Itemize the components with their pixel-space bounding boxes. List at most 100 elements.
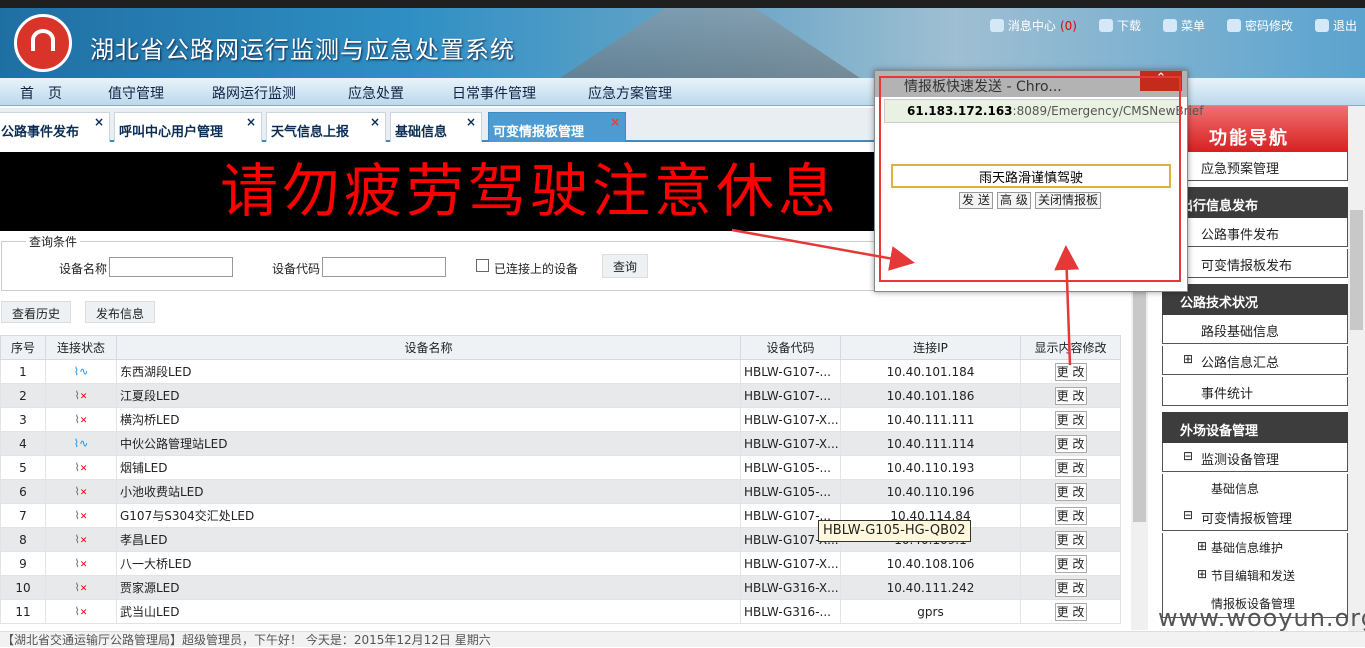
device-name-input[interactable] <box>109 257 233 277</box>
table-header-row: 序号 连接状态 设备名称 设备代码 连接IP 显示内容修改 <box>0 335 1121 360</box>
update-button[interactable]: 更 改 <box>1054 434 1087 453</box>
sidebar-scrollbar-thumb[interactable] <box>1350 210 1363 330</box>
table-row[interactable]: 3 ⌇✕ 横沟桥LED HBLW-G107-X... 10.40.111.111 更 改 <box>0 407 1121 432</box>
close-icon[interactable]: × <box>466 115 476 129</box>
update-button[interactable]: 更 改 <box>1054 410 1087 429</box>
menu-icon <box>1162 19 1177 32</box>
sidebar-scrollbar[interactable] <box>1348 106 1365 631</box>
device-name: 八一大桥LED <box>116 551 741 576</box>
device-code: HBLW-G105-... <box>740 455 841 480</box>
close-icon[interactable]: × <box>94 115 104 129</box>
sidebar-item[interactable]: 基础信息 <box>1162 474 1348 503</box>
table-row[interactable]: 2 ⌇✕ 江夏段LED HBLW-G107-... 10.40.101.186 更 改 <box>0 383 1121 408</box>
connected-checkbox[interactable] <box>476 259 489 272</box>
update-button[interactable]: 更 改 <box>1054 578 1087 597</box>
download-link[interactable]: 下载 <box>1098 17 1141 34</box>
sidebar-item[interactable]: ⊟ 可变情报板管理 <box>1162 502 1348 531</box>
device-code: HBLW-G107-... <box>740 359 841 384</box>
update-button[interactable]: 更 改 <box>1054 362 1087 381</box>
connection-status: ⌇✕ <box>45 599 117 624</box>
table-row[interactable]: 11 ⌇✕ 武当山LED HBLW-G316-... gprs 更 改 <box>0 599 1121 624</box>
connection-status: ⌇✕ <box>45 479 117 504</box>
sidebar-item[interactable]: ⊟ 监测设备管理 <box>1162 443 1348 472</box>
device-code-input[interactable] <box>322 257 446 277</box>
expand-icon[interactable]: ⊞ <box>1197 567 1207 581</box>
nav-plans[interactable]: 应急方案管理 <box>588 83 672 103</box>
update-button[interactable]: 更 改 <box>1054 602 1087 621</box>
tab-call-center[interactable]: 呼叫中心用户管理 × <box>114 112 262 142</box>
expand-icon[interactable]: ⊞ <box>1183 352 1193 366</box>
expand-icon[interactable]: ⊞ <box>1197 539 1207 553</box>
close-icon[interactable]: × <box>370 115 380 129</box>
update-button[interactable]: 更 改 <box>1054 506 1087 525</box>
close-icon[interactable]: × <box>246 115 256 129</box>
publish-button[interactable]: 发布信息 <box>85 301 156 323</box>
sidebar-item[interactable]: 公路事件发布 <box>1162 218 1348 247</box>
query-button[interactable]: 查询 <box>602 254 649 278</box>
sidebar-item-label: 基础信息维护 <box>1211 541 1284 555</box>
sidebar-group[interactable]: 外场设备管理 <box>1162 412 1348 443</box>
sidebar-group[interactable]: 出行信息发布 <box>1162 187 1348 218</box>
table-row[interactable]: 9 ⌇✕ 八一大桥LED HBLW-G107-X... 10.40.108.106 更 改 <box>0 551 1121 576</box>
nav-duty[interactable]: 值守管理 <box>108 83 164 103</box>
connected-icon: ⌇∿ <box>73 437 89 450</box>
history-button[interactable]: 查看历史 <box>1 301 72 323</box>
device-code: HBLW-G316-... <box>740 599 841 624</box>
sidebar-item-label: 外场设备管理 <box>1180 424 1259 439</box>
update-button[interactable]: 更 改 <box>1054 386 1087 405</box>
nav-emergency[interactable]: 应急处置 <box>348 83 404 103</box>
logout-link[interactable]: 退出 <box>1314 17 1357 34</box>
tab-road-events[interactable]: 公路事件发布 × <box>0 112 110 142</box>
update-button[interactable]: 更 改 <box>1054 482 1087 501</box>
sidebar-group[interactable]: 公路技术状况 <box>1162 284 1348 315</box>
close-cms-button[interactable]: 关闭情报板 <box>1035 192 1102 209</box>
led-preview-banner: 请勿疲劳驾驶注意休息 <box>0 152 880 231</box>
sidebar-item[interactable]: 可变情报板发布 <box>1162 249 1348 278</box>
message-input[interactable] <box>891 164 1171 188</box>
sidebar-item[interactable]: ⊞ 节目编辑和发送 <box>1162 561 1348 590</box>
device-name: G107与S304交汇处LED <box>116 503 741 528</box>
change-password-link[interactable]: 密码修改 <box>1226 17 1293 34</box>
collapse-icon[interactable]: ⊟ <box>1183 449 1193 463</box>
device-name: 小池收费站LED <box>116 479 741 504</box>
sidebar-heading: 功能导航 <box>1185 106 1348 152</box>
menu-link[interactable]: 菜单 <box>1162 17 1205 34</box>
tab-cms-management[interactable]: 可变情报板管理 × <box>488 112 626 142</box>
popup-url-bar[interactable]: 61.183.172.163:8089/Emergency/CMSNewBrie… <box>884 99 1204 123</box>
tab-weather[interactable]: 天气信息上报 × <box>266 112 386 142</box>
table-scrollbar-thumb[interactable] <box>1133 292 1146 522</box>
sidebar-item[interactable]: 路段基础信息 <box>1162 315 1348 344</box>
row-number: 3 <box>0 407 46 432</box>
table-row[interactable]: 1 ⌇∿ 东西湖段LED HBLW-G107-... 10.40.101.184 更 改 <box>0 359 1121 384</box>
send-button[interactable]: 发 送 <box>959 192 993 209</box>
table-row[interactable]: 10 ⌇✕ 贾家源LED HBLW-G316-X... 10.40.111.242 更 改 <box>0 575 1121 600</box>
popup-close-button[interactable]: ⌃ <box>1140 71 1182 91</box>
close-icon[interactable]: × <box>610 115 620 129</box>
row-number: 6 <box>0 479 46 504</box>
update-button[interactable]: 更 改 <box>1054 458 1087 477</box>
url-path: :8089/Emergency/CMSNewBrief <box>1012 104 1204 118</box>
sidebar-item[interactable]: 应急预案管理 <box>1162 152 1348 181</box>
message-center-link[interactable]: 消息中心 (0) <box>989 17 1077 34</box>
sidebar-item[interactable]: ⊞ 公路信息汇总 <box>1162 346 1348 375</box>
nav-home[interactable]: 首 页 <box>20 83 62 103</box>
tab-basic-info[interactable]: 基础信息 × <box>390 112 482 142</box>
update-button[interactable]: 更 改 <box>1054 530 1087 549</box>
device-table: 序号 连接状态 设备名称 设备代码 连接IP 显示内容修改 1 ⌇∿ 东西湖段LED… <box>0 335 1121 624</box>
close-icon: ⌃ <box>1155 71 1167 86</box>
device-ip: 10.40.110.196 <box>840 479 1021 504</box>
nav-daily-events[interactable]: 日常事件管理 <box>452 83 536 103</box>
update-button[interactable]: 更 改 <box>1054 554 1087 573</box>
collapse-icon[interactable]: ⊟ <box>1183 508 1193 522</box>
table-row[interactable]: 6 ⌇✕ 小池收费站LED HBLW-G105-... 10.40.110.196 更 改 <box>0 479 1121 504</box>
col-header-update: 显示内容修改 <box>1020 335 1121 360</box>
col-header-no: 序号 <box>0 335 46 360</box>
nav-monitoring[interactable]: 路网运行监测 <box>212 83 296 103</box>
disconnected-icon: ⌇✕ <box>74 533 88 546</box>
sidebar-item[interactable]: 事件统计 <box>1162 377 1348 406</box>
table-row[interactable]: 5 ⌇✕ 烟铺LED HBLW-G105-... 10.40.110.193 更 改 <box>0 455 1121 480</box>
table-row[interactable]: 4 ⌇∿ 中伙公路管理站LED HBLW-G107-X... 10.40.111.114… <box>0 431 1121 456</box>
device-name: 江夏段LED <box>116 383 741 408</box>
sidebar-item[interactable]: ⊞ 基础信息维护 <box>1162 533 1348 562</box>
advanced-button[interactable]: 高 级 <box>997 192 1031 209</box>
